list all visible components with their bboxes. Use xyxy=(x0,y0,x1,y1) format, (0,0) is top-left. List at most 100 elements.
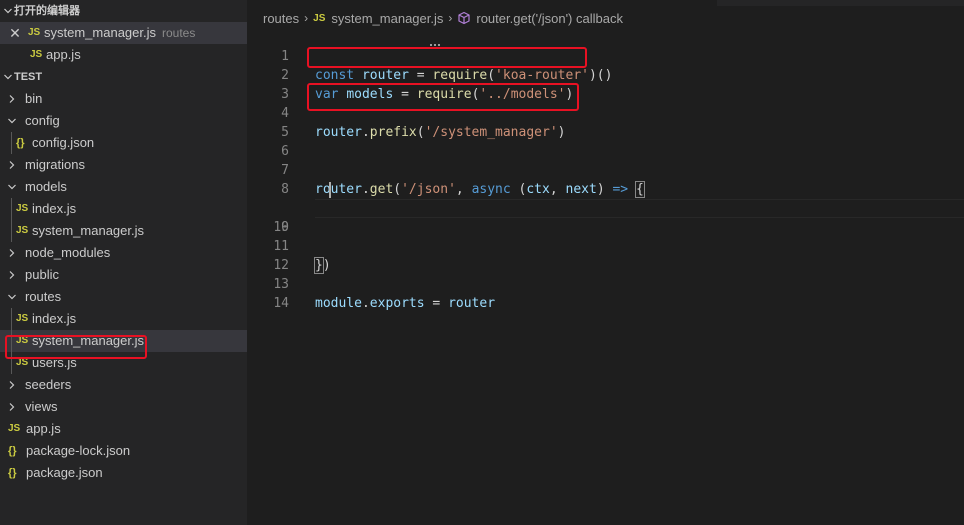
tree-file-routes-users[interactable]: JS users.js xyxy=(0,352,247,374)
code-line[interactable]: 4 router.prefix('/system_manager') xyxy=(247,85,964,140)
chevron-down-icon xyxy=(2,66,14,88)
workspace-title: TEST xyxy=(14,71,43,83)
chevron-down-icon xyxy=(4,176,20,198)
js-file-icon: JS xyxy=(16,357,29,368)
open-editor-name: system_manager.js xyxy=(44,25,156,40)
tree-item-label: node_modules xyxy=(25,245,111,260)
indent-guide xyxy=(11,330,12,352)
code-text: module.exports = router xyxy=(315,296,496,311)
tree-file-app[interactable]: JS app.js xyxy=(0,418,247,440)
tree-item-label: package.json xyxy=(26,465,103,480)
tree-file-routes-system-manager[interactable]: JS system_manager.js xyxy=(0,330,247,352)
open-editor-description: routes xyxy=(162,26,196,40)
js-file-icon: JS xyxy=(16,313,29,324)
indent-guide xyxy=(11,220,12,242)
breadcrumb-file[interactable]: system_manager.js xyxy=(331,11,443,26)
chevron-right-icon xyxy=(4,264,20,286)
indent-guide xyxy=(11,132,12,154)
chevron-right-icon: › xyxy=(304,11,309,25)
code-line[interactable]: 10 xyxy=(247,199,964,235)
js-file-icon: JS xyxy=(16,203,29,214)
open-editor-name: app.js xyxy=(46,47,81,62)
indent-guide xyxy=(11,352,12,374)
breadcrumb-symbol[interactable]: router.get('/json') callback xyxy=(476,11,623,26)
code-line[interactable]: 6 xyxy=(247,123,964,159)
tree-item-label: index.js xyxy=(32,201,77,216)
explorer-sidebar: 打开的编辑器 ✕ JS system_manager.js routes JS … xyxy=(0,0,247,525)
tree-folder-routes[interactable]: routes xyxy=(0,286,247,308)
code-line-active[interactable]: 9 xyxy=(247,180,964,235)
tree-folder-bin[interactable]: bin xyxy=(0,88,247,110)
cube-icon xyxy=(457,11,471,25)
json-file-icon: {} xyxy=(8,445,17,457)
tab-strip-remainder xyxy=(717,0,964,6)
chevron-right-icon xyxy=(4,396,20,418)
tree-item-label: config xyxy=(25,113,60,128)
tree-item-label: routes xyxy=(25,289,62,304)
hint-squiggle xyxy=(430,43,440,46)
code-editor[interactable]: 1 const router = require('koa-router')()… xyxy=(247,28,964,311)
open-editors-title: 打开的编辑器 xyxy=(14,5,80,17)
tree-file-config-json[interactable]: {} config.json xyxy=(0,132,247,154)
tree-item-label: system_manager.js xyxy=(32,333,144,348)
tree-item-label: bin xyxy=(25,91,43,106)
chevron-down-icon xyxy=(4,286,20,308)
code-line[interactable]: 1 const router = require('koa-router')() xyxy=(247,28,964,83)
line-number: 14 xyxy=(273,296,289,311)
tree-folder-models[interactable]: models xyxy=(0,176,247,198)
tree-item-label: migrations xyxy=(25,157,85,172)
chevron-right-icon: › xyxy=(448,11,453,25)
tree-item-label: config.json xyxy=(32,135,95,150)
open-editors-header[interactable]: 打开的编辑器 xyxy=(0,0,247,22)
text-cursor xyxy=(329,182,331,198)
tree-file-models-system-manager[interactable]: JS system_manager.js xyxy=(0,220,247,242)
open-editor-item[interactable]: ✕ JS system_manager.js routes xyxy=(0,22,247,44)
tree-folder-migrations[interactable]: migrations xyxy=(0,154,247,176)
js-file-icon: JS xyxy=(16,225,29,236)
vscode-window: 打开的编辑器 ✕ JS system_manager.js routes JS … xyxy=(0,0,964,525)
json-file-icon: {} xyxy=(8,467,17,479)
code-line[interactable]: 12 xyxy=(247,237,964,273)
tree-file-models-index[interactable]: JS index.js xyxy=(0,198,247,220)
indent-guide xyxy=(11,198,12,220)
chevron-right-icon xyxy=(4,242,20,264)
code-line[interactable]: 2 var models = require('../models') xyxy=(247,47,964,102)
workspace-header[interactable]: TEST xyxy=(0,66,247,88)
code-line[interactable]: 8 xyxy=(247,161,964,197)
code-line[interactable]: 7 router.get('/json', async (ctx, next) … xyxy=(247,142,964,198)
tree-item-label: users.js xyxy=(32,355,77,370)
code-line[interactable]: 5 xyxy=(247,104,964,140)
tree-folder-public[interactable]: public xyxy=(0,264,247,286)
chevron-down-icon xyxy=(2,0,14,22)
code-line[interactable]: 3 xyxy=(247,66,964,102)
indent-guide xyxy=(11,308,12,330)
chevron-right-icon xyxy=(4,88,20,110)
tree-folder-seeders[interactable]: seeders xyxy=(0,374,247,396)
close-icon[interactable]: ✕ xyxy=(6,22,24,44)
breadcrumb-folder[interactable]: routes xyxy=(263,11,299,26)
code-line[interactable]: 14 xyxy=(247,275,964,311)
tree-item-label: package-lock.json xyxy=(26,443,131,458)
tree-file-package-lock[interactable]: {} package-lock.json xyxy=(0,440,247,462)
tree-file-routes-index[interactable]: JS index.js xyxy=(0,308,247,330)
js-file-icon: JS xyxy=(313,12,326,24)
js-file-icon: JS xyxy=(30,49,43,60)
js-file-icon: JS xyxy=(8,423,21,434)
tree-folder-views[interactable]: views xyxy=(0,396,247,418)
tree-item-label: app.js xyxy=(26,421,61,436)
editor-pane: routes › JS system_manager.js › router.g… xyxy=(247,0,964,525)
tree-folder-node-modules[interactable]: node_modules xyxy=(0,242,247,264)
tree-item-label: index.js xyxy=(32,311,77,326)
tree-item-label: views xyxy=(25,399,58,414)
chevron-down-icon xyxy=(4,110,20,132)
tree-item-label: public xyxy=(25,267,59,282)
code-line[interactable]: 11 }) xyxy=(247,218,964,274)
breadcrumb: routes › JS system_manager.js › router.g… xyxy=(263,8,623,28)
chevron-right-icon xyxy=(4,154,20,176)
tree-folder-config[interactable]: config xyxy=(0,110,247,132)
open-editor-item[interactable]: JS app.js xyxy=(0,44,247,66)
code-line[interactable]: 13 module.exports = router xyxy=(247,256,964,311)
tree-item-label: seeders xyxy=(25,377,72,392)
tree-item-label: models xyxy=(25,179,67,194)
tree-file-package[interactable]: {} package.json xyxy=(0,462,247,484)
